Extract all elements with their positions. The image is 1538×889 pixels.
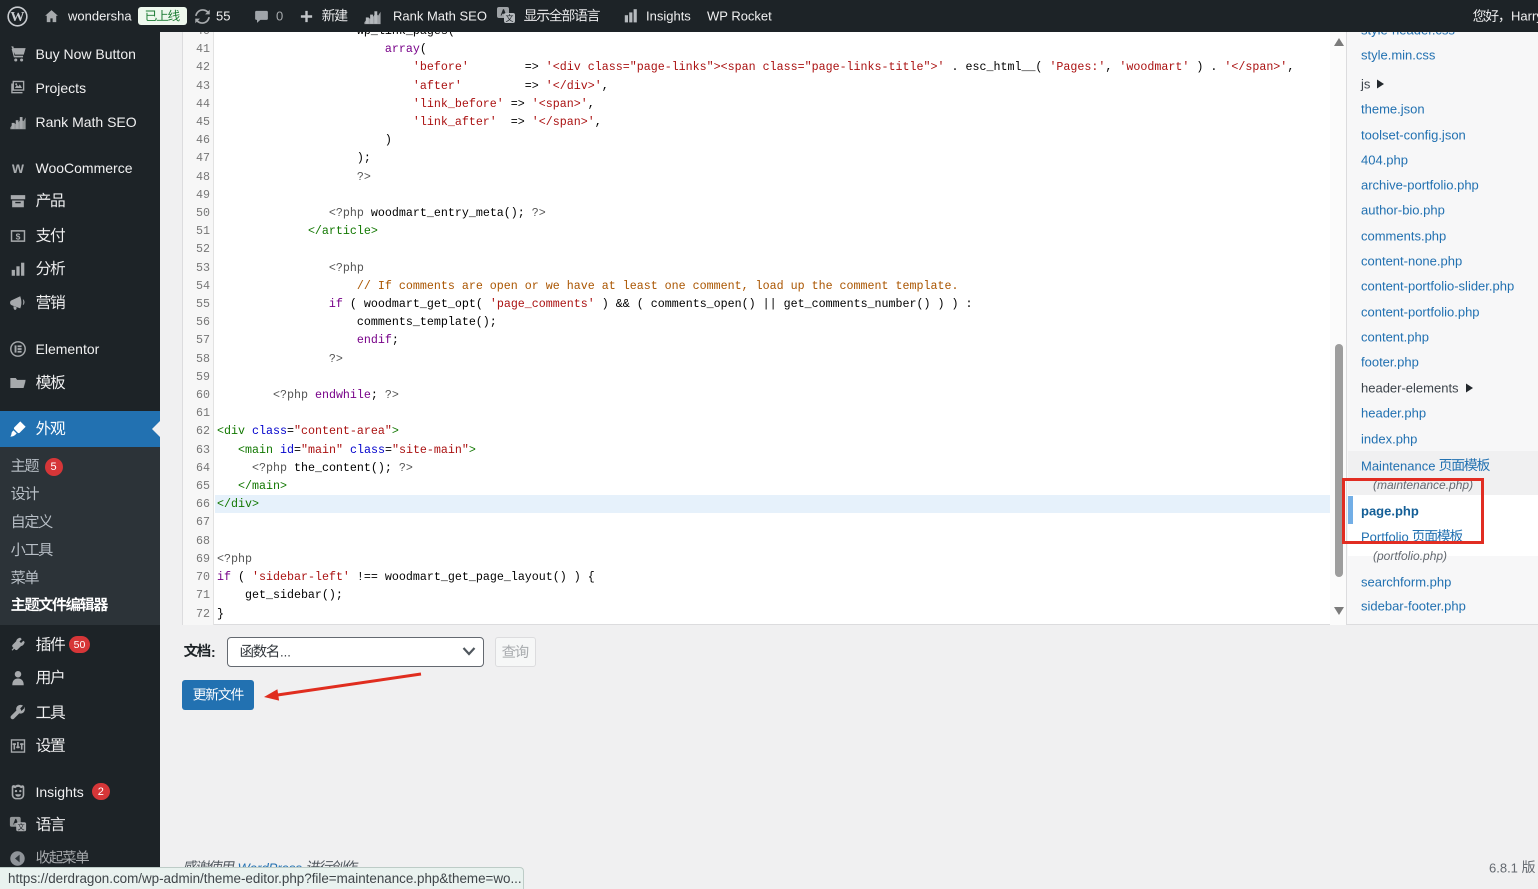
svg-text:文: 文 <box>506 13 514 23</box>
svg-text:文: 文 <box>18 822 25 831</box>
svg-text:$: $ <box>16 231 21 241</box>
svg-text:W: W <box>10 9 24 25</box>
svg-text:w: w <box>11 160 24 177</box>
